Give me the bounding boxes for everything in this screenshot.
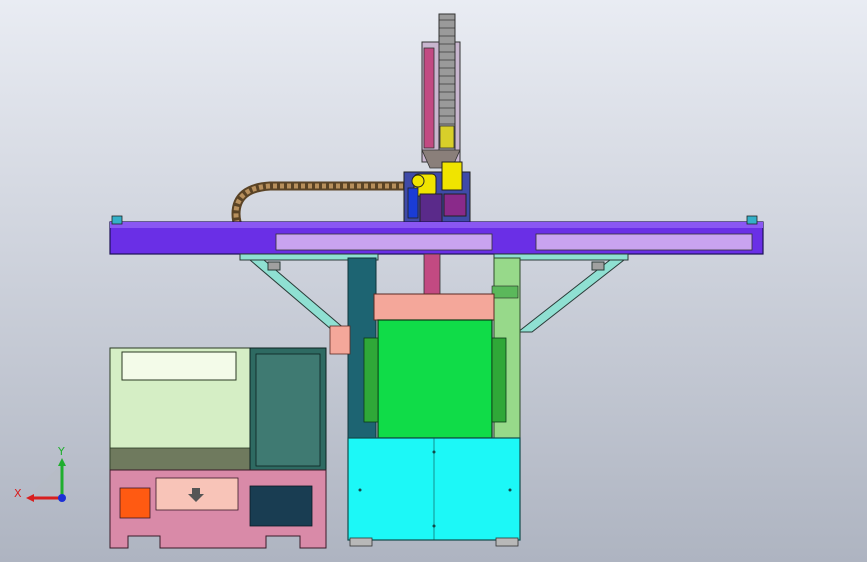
gantry-robot-drawing: X Y: [14, 13, 764, 549]
control-cabinet: [109, 347, 327, 471]
center-column: [423, 253, 441, 295]
coordinate-triad: X Y: [14, 445, 66, 502]
vertical-z-axis-carriage: [421, 13, 461, 169]
x-axis-label: X: [14, 487, 22, 500]
y-axis-arrow: [58, 458, 66, 466]
cad-viewport[interactable]: X Y: [0, 0, 867, 562]
gripper-head: [403, 161, 471, 225]
pink-base: [109, 469, 327, 549]
cyan-base-cabinet: [347, 437, 521, 547]
green-machine-block: [363, 319, 507, 439]
z-axis-dot: [58, 494, 66, 502]
y-axis-label: Y: [57, 445, 65, 458]
